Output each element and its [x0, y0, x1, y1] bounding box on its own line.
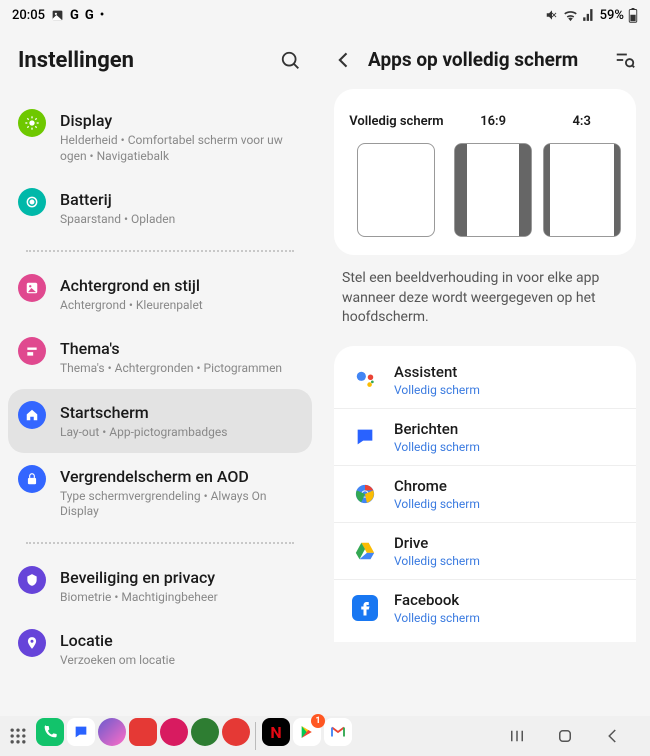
back-icon[interactable] — [334, 50, 354, 70]
signal-icon — [582, 8, 596, 22]
dock-app-icon[interactable] — [191, 718, 219, 746]
settings-item-wallpaper[interactable]: Achtergrond en stijlAchtergrond • Kleure… — [8, 262, 312, 326]
g-icon: G — [70, 8, 79, 23]
app-drawer-icon[interactable] — [8, 726, 28, 746]
status-bar: 20:05 G G • 59% — [0, 0, 650, 30]
settings-panel: Instellingen DisplayHelderheid • Comfort… — [0, 30, 320, 716]
dock-app-icon[interactable] — [129, 718, 157, 746]
description-text: Stel een beeldverhouding in voor elke ap… — [320, 269, 650, 346]
dock-phone-icon[interactable] — [36, 718, 64, 746]
taskbar: N 1 — [0, 716, 650, 756]
detail-title: Apps op volledig scherm — [368, 48, 600, 71]
aspect-option-full[interactable]: Volledig scherm — [349, 105, 443, 237]
app-item-chrome[interactable]: ChromeVolledig scherm — [334, 466, 636, 523]
app-item-assistent[interactable]: AssistentVolledig scherm — [334, 352, 636, 409]
aspect-option-169[interactable]: 16:9 — [454, 105, 532, 237]
mute-icon — [545, 8, 559, 22]
settings-item-display[interactable]: DisplayHelderheid • Comfortabel scherm v… — [8, 97, 312, 176]
battery-percent: 59% — [600, 8, 624, 23]
search-icon[interactable] — [280, 50, 302, 72]
app-item-berichten[interactable]: BerichtenVolledig scherm — [334, 409, 636, 466]
app-item-facebook[interactable]: FacebookVolledig scherm — [334, 580, 636, 636]
aspect-ratio-card: Volledig scherm 16:9 4:3 — [334, 89, 636, 255]
dot-icon: • — [100, 8, 105, 23]
settings-title: Instellingen — [18, 48, 134, 73]
status-time: 20:05 — [12, 8, 45, 23]
nav-back[interactable] — [604, 727, 622, 745]
nav-home[interactable] — [556, 727, 574, 745]
dock-gmail-icon[interactable] — [324, 718, 352, 746]
dock-play-icon[interactable]: 1 — [293, 718, 321, 746]
settings-item-home[interactable]: StartschermLay-out • App-pictogrambadges — [8, 389, 312, 453]
battery-icon — [628, 8, 638, 23]
settings-item-lockscreen[interactable]: Vergrendelscherm en AODType schermvergre… — [8, 453, 312, 532]
dock-app-icon[interactable] — [160, 718, 188, 746]
nav-recents[interactable] — [508, 727, 526, 745]
dock-app-icon[interactable] — [222, 718, 250, 746]
search-options-icon[interactable] — [614, 49, 636, 71]
app-item-drive[interactable]: DriveVolledig scherm — [334, 523, 636, 580]
wifi-icon — [563, 8, 578, 23]
dock-divider — [255, 722, 257, 750]
dock-apps: N 1 — [36, 718, 488, 754]
settings-item-security[interactable]: Beveiliging en privacyBiometrie • Machti… — [8, 554, 312, 618]
aspect-option-43[interactable]: 4:3 — [543, 105, 621, 237]
gallery-icon — [51, 9, 64, 22]
detail-panel: Apps op volledig scherm Volledig scherm … — [320, 30, 650, 716]
g-icon: G — [85, 8, 94, 23]
dock-messages-icon[interactable] — [67, 718, 95, 746]
dock-browser-icon[interactable] — [98, 718, 126, 746]
dock-netflix-icon[interactable]: N — [262, 718, 290, 746]
settings-item-battery[interactable]: BatterijSpaarstand • Opladen — [8, 176, 312, 240]
settings-item-location[interactable]: LocatieVerzoeken om locatie — [8, 617, 312, 681]
app-list: AssistentVolledig scherm BerichtenVolled… — [334, 346, 636, 642]
settings-item-themes[interactable]: Thema'sThema's • Achtergronden • Pictogr… — [8, 325, 312, 389]
